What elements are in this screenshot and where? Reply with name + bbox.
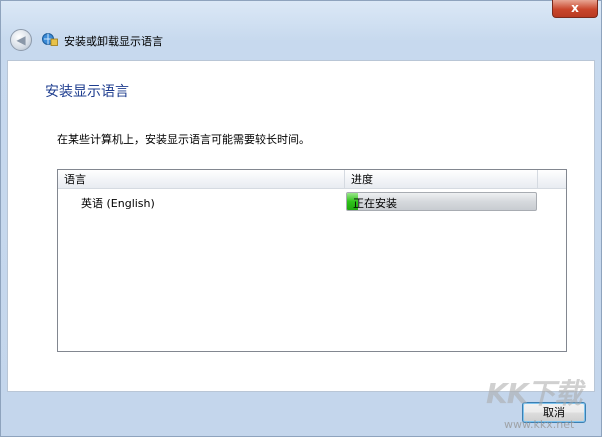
list-header: 语言 进度 <box>58 170 566 189</box>
back-button[interactable]: ◀ <box>10 29 32 51</box>
content-panel: 安装显示语言 在某些计算机上，安装显示语言可能需要较长时间。 语言 进度 英语 … <box>7 60 595 392</box>
cancel-button[interactable]: 取消 <box>522 402 586 423</box>
back-arrow-icon: ◀ <box>16 33 26 47</box>
page-title: 安装显示语言 <box>45 84 129 100</box>
page-description: 在某些计算机上，安装显示语言可能需要较长时间。 <box>57 133 310 146</box>
install-progress-bar: 正在安装 <box>346 192 537 211</box>
column-header-progress[interactable]: 进度 <box>345 170 538 189</box>
progress-status: 正在安装 <box>353 197 397 210</box>
language-name: 英语 (English) <box>81 197 155 210</box>
list-item[interactable]: 英语 (English) 正在安装 <box>58 190 566 212</box>
language-list[interactable]: 语言 进度 英语 (English) 正在安装 <box>57 169 567 352</box>
close-button[interactable]: x <box>552 0 598 18</box>
column-header-language[interactable]: 语言 <box>58 170 345 189</box>
window-title: 安装或卸载显示语言 <box>64 35 163 48</box>
language-icon <box>42 33 58 46</box>
